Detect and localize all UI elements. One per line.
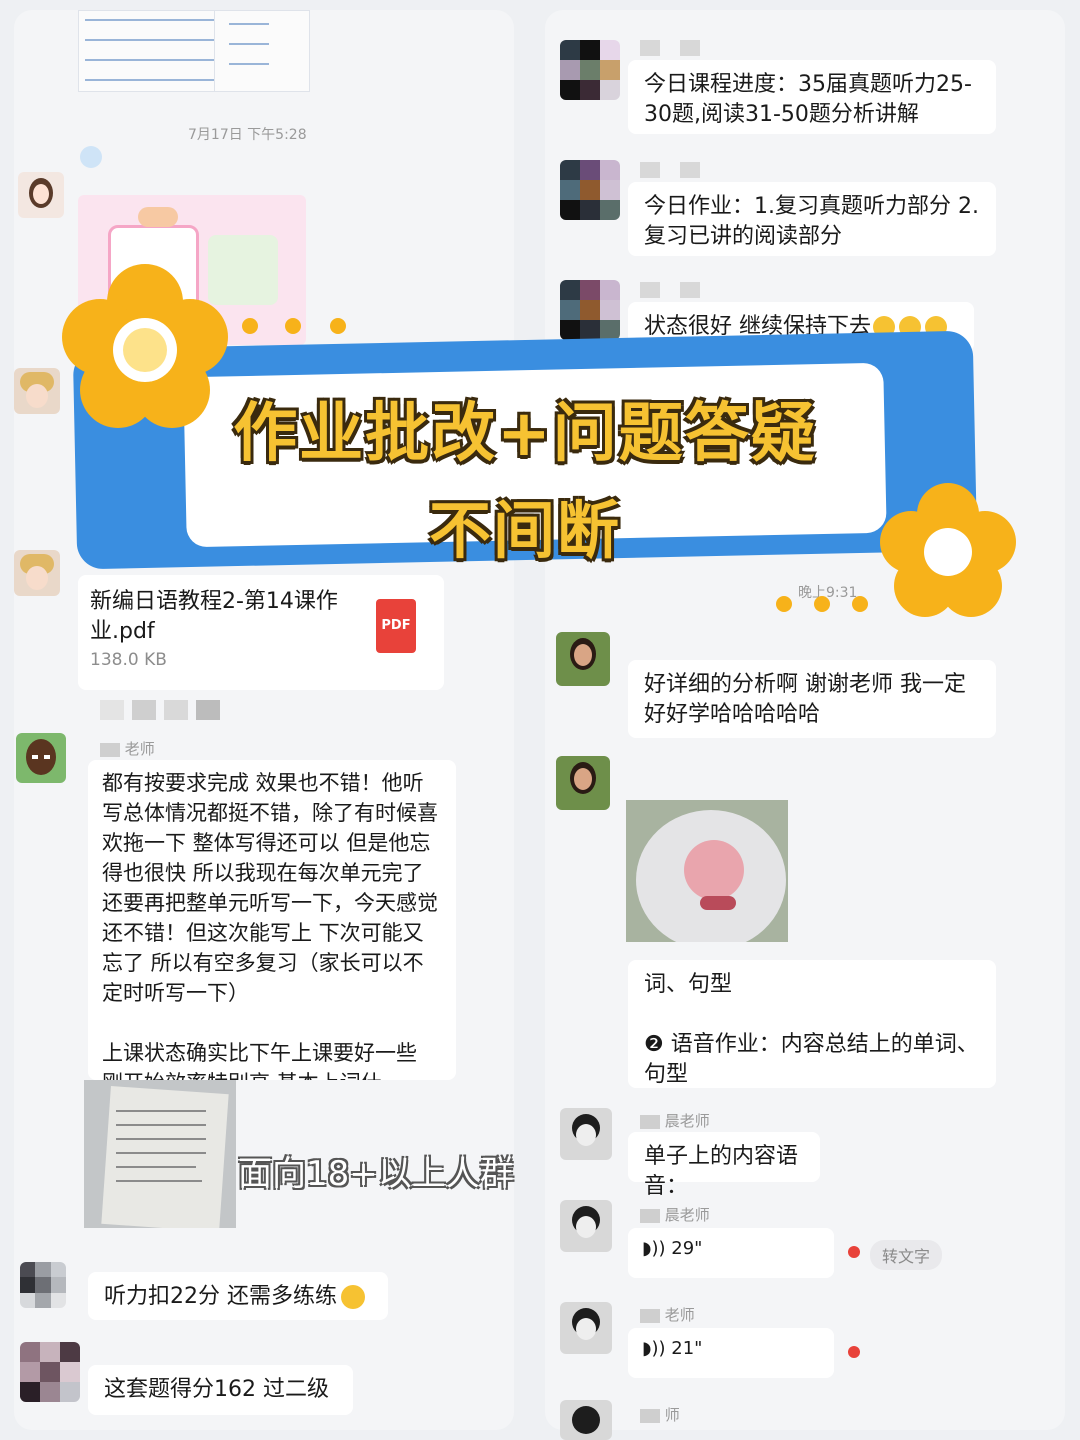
- message-bubble: 听力扣22分 还需多练练: [88, 1272, 388, 1320]
- flower-icon: [60, 262, 230, 432]
- decor-dot: [285, 318, 301, 334]
- avatar[interactable]: [20, 1342, 80, 1402]
- blurred-name: [680, 162, 700, 178]
- message-text: 今日作业：1.复习真题听力部分 2.复习已讲的阅读部分: [644, 194, 979, 249]
- voice-message[interactable]: ◗)) 29": [628, 1228, 834, 1278]
- message-bubble: 今日作业：1.复习真题听力部分 2.复习已讲的阅读部分: [628, 182, 996, 256]
- avatar[interactable]: [14, 368, 60, 414]
- worksheet-photo[interactable]: [84, 1080, 236, 1228]
- pdf-file-icon: PDF: [376, 599, 416, 653]
- avatar[interactable]: [560, 1108, 612, 1160]
- avatar[interactable]: [18, 172, 64, 218]
- message-bubble: 这套题得分162 过二级: [88, 1365, 353, 1415]
- cat-image-message[interactable]: [626, 800, 788, 942]
- message-text: 今日课程进度：35届真题听力25-30题,阅读31-50题分析讲解: [644, 72, 972, 127]
- unread-dot-icon: [848, 1246, 860, 1258]
- sender-name: 师: [640, 1404, 680, 1425]
- voice-message[interactable]: ◗)) 21": [628, 1328, 834, 1378]
- voice-duration: 29": [671, 1238, 703, 1259]
- unread-dot-icon: [848, 1346, 860, 1358]
- sender-name-text: 晨老师: [664, 1112, 710, 1130]
- message-text: 上课状态确实比下午上课要好一些 刚开始效率特别高 基本上词什: [102, 1041, 417, 1080]
- blurred-name: [640, 162, 660, 178]
- avatar[interactable]: [560, 280, 620, 340]
- voice-duration: 21": [671, 1338, 703, 1359]
- decor-dot: [80, 146, 102, 168]
- decor-dot: [814, 596, 830, 612]
- worksheet-image-fragment[interactable]: [78, 10, 310, 92]
- message-text: ❷ 语音作业：内容总结上的单词、句型: [644, 1032, 979, 1087]
- message-bubble: 都有按要求完成 效果也不错！他听写总体情况都挺不错，除了有时候喜欢拖一下 整体写…: [88, 760, 456, 1080]
- sender-name-text: 老师: [664, 1306, 695, 1324]
- sender-name: 老师: [640, 1304, 695, 1325]
- sender-name-text: 老师: [124, 740, 155, 758]
- message-text: 这套题得分162 过二级: [104, 1377, 329, 1402]
- decor-dot: [242, 318, 258, 334]
- message-bubble: 好详细的分析啊 谢谢老师 我一定好好学哈哈哈哈哈: [628, 660, 996, 738]
- message-text: 词、句型: [644, 972, 733, 997]
- sender-name: 晨老师: [640, 1110, 710, 1131]
- message-bubble: 词、句型 ❷ 语音作业：内容总结上的单词、句型: [628, 960, 996, 1088]
- convert-to-text-button[interactable]: 转文字: [870, 1240, 943, 1270]
- decor-dot: [330, 318, 346, 334]
- sender-name-text: 师: [664, 1406, 680, 1424]
- message-text: 都有按要求完成 效果也不错！他听写总体情况都挺不错，除了有时候喜欢拖一下 整体写…: [102, 771, 438, 1005]
- decor-dot: [852, 596, 868, 612]
- avatar[interactable]: [556, 756, 610, 810]
- flower-icon: [878, 480, 1018, 620]
- avatar[interactable]: [560, 1302, 612, 1354]
- blurred-name: [680, 40, 700, 56]
- avatar[interactable]: [560, 160, 620, 220]
- blurred-name: [100, 700, 220, 720]
- blurred-name: [640, 282, 660, 298]
- emoji-icon: [341, 1285, 365, 1309]
- blurred-name: [640, 40, 660, 56]
- sender-name: 老师: [100, 738, 155, 759]
- avatar[interactable]: [16, 733, 66, 783]
- blurred-name: [680, 282, 700, 298]
- sender-name-text: 晨老师: [664, 1206, 710, 1224]
- avatar[interactable]: [556, 632, 610, 686]
- decor-dot: [776, 596, 792, 612]
- audience-caption: 面向18+以上人群: [238, 1154, 514, 1194]
- avatar[interactable]: [560, 1400, 612, 1440]
- voice-wave-icon: ◗)): [642, 1338, 666, 1359]
- message-text: 好详细的分析啊 谢谢老师 我一定好好学哈哈哈哈哈: [644, 672, 966, 727]
- avatar[interactable]: [560, 40, 620, 100]
- file-size: 138.0 KB: [90, 650, 167, 670]
- message-bubble: 今日课程进度：35届真题听力25-30题,阅读31-50题分析讲解: [628, 60, 996, 134]
- avatar[interactable]: [14, 550, 60, 596]
- file-message[interactable]: 新编日语教程2-第14课作业.pdf 138.0 KB PDF: [78, 575, 444, 690]
- avatar[interactable]: [20, 1262, 66, 1308]
- sender-name: 晨老师: [640, 1204, 710, 1225]
- voice-wave-icon: ◗)): [642, 1238, 666, 1259]
- avatar[interactable]: [560, 1200, 612, 1252]
- message-text: 听力扣22分 还需多练练: [104, 1284, 337, 1309]
- message-bubble: 单子上的内容语音：: [628, 1132, 820, 1199]
- chat-timestamp: 7月17日 下午5:28: [188, 127, 307, 143]
- file-name: 新编日语教程2-第14课作业.pdf: [90, 589, 338, 644]
- banner-subtitle: 不间断: [428, 494, 621, 567]
